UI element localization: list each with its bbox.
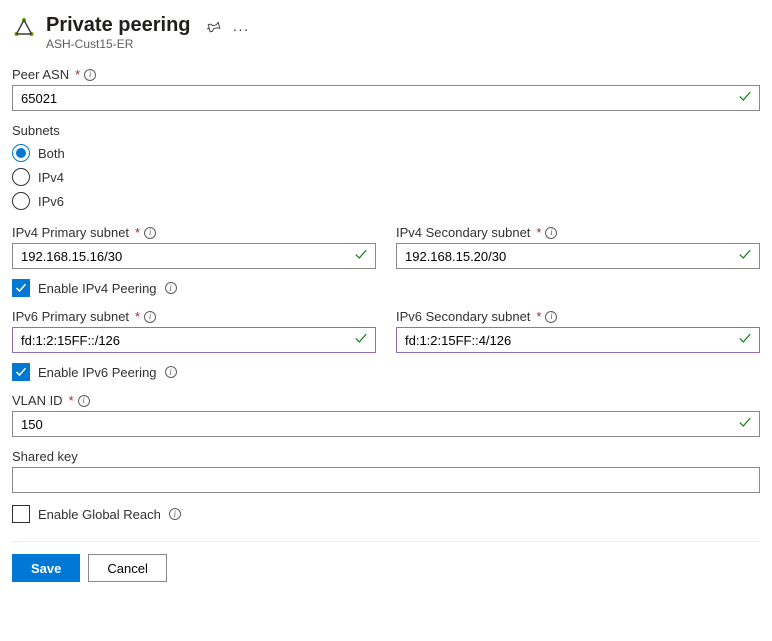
info-icon[interactable]: i	[84, 69, 96, 81]
page-subtitle: ASH-Cust15-ER	[46, 37, 191, 51]
footer: Save Cancel	[12, 541, 760, 582]
info-icon[interactable]: i	[169, 508, 181, 520]
pin-button[interactable]	[205, 18, 223, 39]
radio-icon	[12, 192, 30, 210]
peering-icon	[12, 16, 36, 40]
peer-asn-input[interactable]	[12, 85, 760, 111]
ipv4-primary-label: IPv4 Primary subnet* i	[12, 225, 376, 240]
ellipsis-icon: ···	[233, 21, 250, 37]
ipv4-secondary-label: IPv4 Secondary subnet* i	[396, 225, 760, 240]
info-icon[interactable]: i	[78, 395, 90, 407]
info-icon[interactable]: i	[144, 311, 156, 323]
cancel-button[interactable]: Cancel	[88, 554, 166, 582]
vlan-id-input[interactable]	[12, 411, 760, 437]
page-title: Private peering	[46, 14, 191, 37]
radio-ipv4[interactable]: IPv4	[12, 165, 760, 189]
radio-both[interactable]: Both	[12, 141, 760, 165]
radio-icon	[12, 168, 30, 186]
info-icon[interactable]: i	[545, 311, 557, 323]
save-button[interactable]: Save	[12, 554, 80, 582]
vlan-id-label: VLAN ID* i	[12, 393, 760, 408]
ipv4-secondary-input[interactable]	[396, 243, 760, 269]
ipv6-primary-label: IPv6 Primary subnet* i	[12, 309, 376, 324]
pin-icon	[207, 20, 221, 34]
shared-key-label: Shared key	[12, 449, 760, 464]
info-icon[interactable]: i	[165, 366, 177, 378]
shared-key-input[interactable]	[12, 467, 760, 493]
more-button[interactable]: ···	[231, 18, 252, 39]
enable-global-reach-checkbox[interactable]: Enable Global Reach i	[12, 505, 760, 523]
info-icon[interactable]: i	[165, 282, 177, 294]
peer-asn-label: Peer ASN* i	[12, 67, 760, 82]
page-header: Private peering ASH-Cust15-ER ···	[12, 14, 760, 51]
radio-ipv6[interactable]: IPv6	[12, 189, 760, 213]
ipv6-primary-input[interactable]	[12, 327, 376, 353]
info-icon[interactable]: i	[144, 227, 156, 239]
radio-icon	[12, 144, 30, 162]
ipv4-primary-input[interactable]	[12, 243, 376, 269]
ipv6-secondary-input[interactable]	[396, 327, 760, 353]
subnets-label: Subnets	[12, 123, 760, 138]
checkbox-icon	[12, 363, 30, 381]
subnets-radio-group: Both IPv4 IPv6	[12, 141, 760, 213]
ipv6-secondary-label: IPv6 Secondary subnet* i	[396, 309, 760, 324]
enable-ipv4-checkbox[interactable]: Enable IPv4 Peering i	[12, 279, 760, 297]
checkbox-icon	[12, 279, 30, 297]
checkbox-icon	[12, 505, 30, 523]
enable-ipv6-checkbox[interactable]: Enable IPv6 Peering i	[12, 363, 760, 381]
info-icon[interactable]: i	[545, 227, 557, 239]
